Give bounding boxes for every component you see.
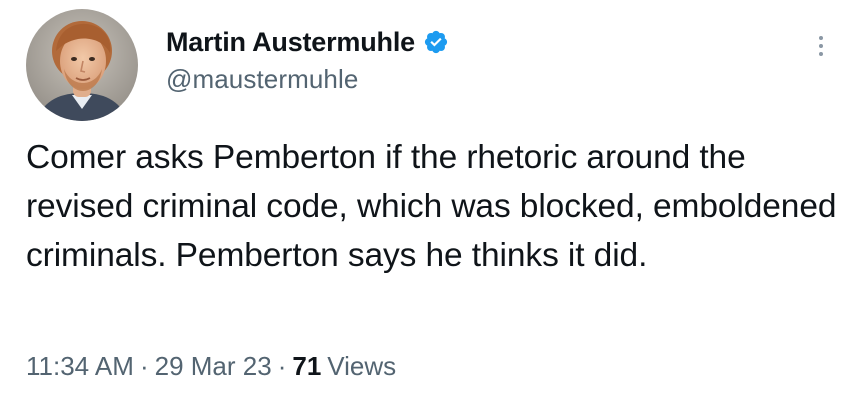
user-handle[interactable]: @maustermuhle [166,64,449,95]
more-dot [819,52,823,56]
more-dot [819,36,823,40]
tweet-meta: 11:34 AM · 29 Mar 23 · 71 Views [26,351,396,382]
views-count[interactable]: 71 [292,351,321,382]
meta-separator: · [277,351,287,381]
meta-separator: · [139,351,149,381]
avatar-image [26,9,138,121]
tweet-card: Martin Austermuhle @maustermuhle Comer a… [0,0,864,416]
views-label[interactable]: Views [327,351,396,382]
tweet-time[interactable]: 11:34 AM [26,351,134,382]
author-info: Martin Austermuhle @maustermuhle [166,22,449,95]
more-dot [819,44,823,48]
verified-badge-icon[interactable] [423,29,449,55]
more-vertical-icon[interactable] [814,26,828,66]
tweet-date[interactable]: 29 Mar 23 [155,351,272,382]
display-name[interactable]: Martin Austermuhle [166,27,415,58]
name-row: Martin Austermuhle [166,22,449,62]
avatar[interactable] [26,9,138,121]
tweet-text: Comer asks Pemberton if the rhetoric aro… [26,139,837,274]
